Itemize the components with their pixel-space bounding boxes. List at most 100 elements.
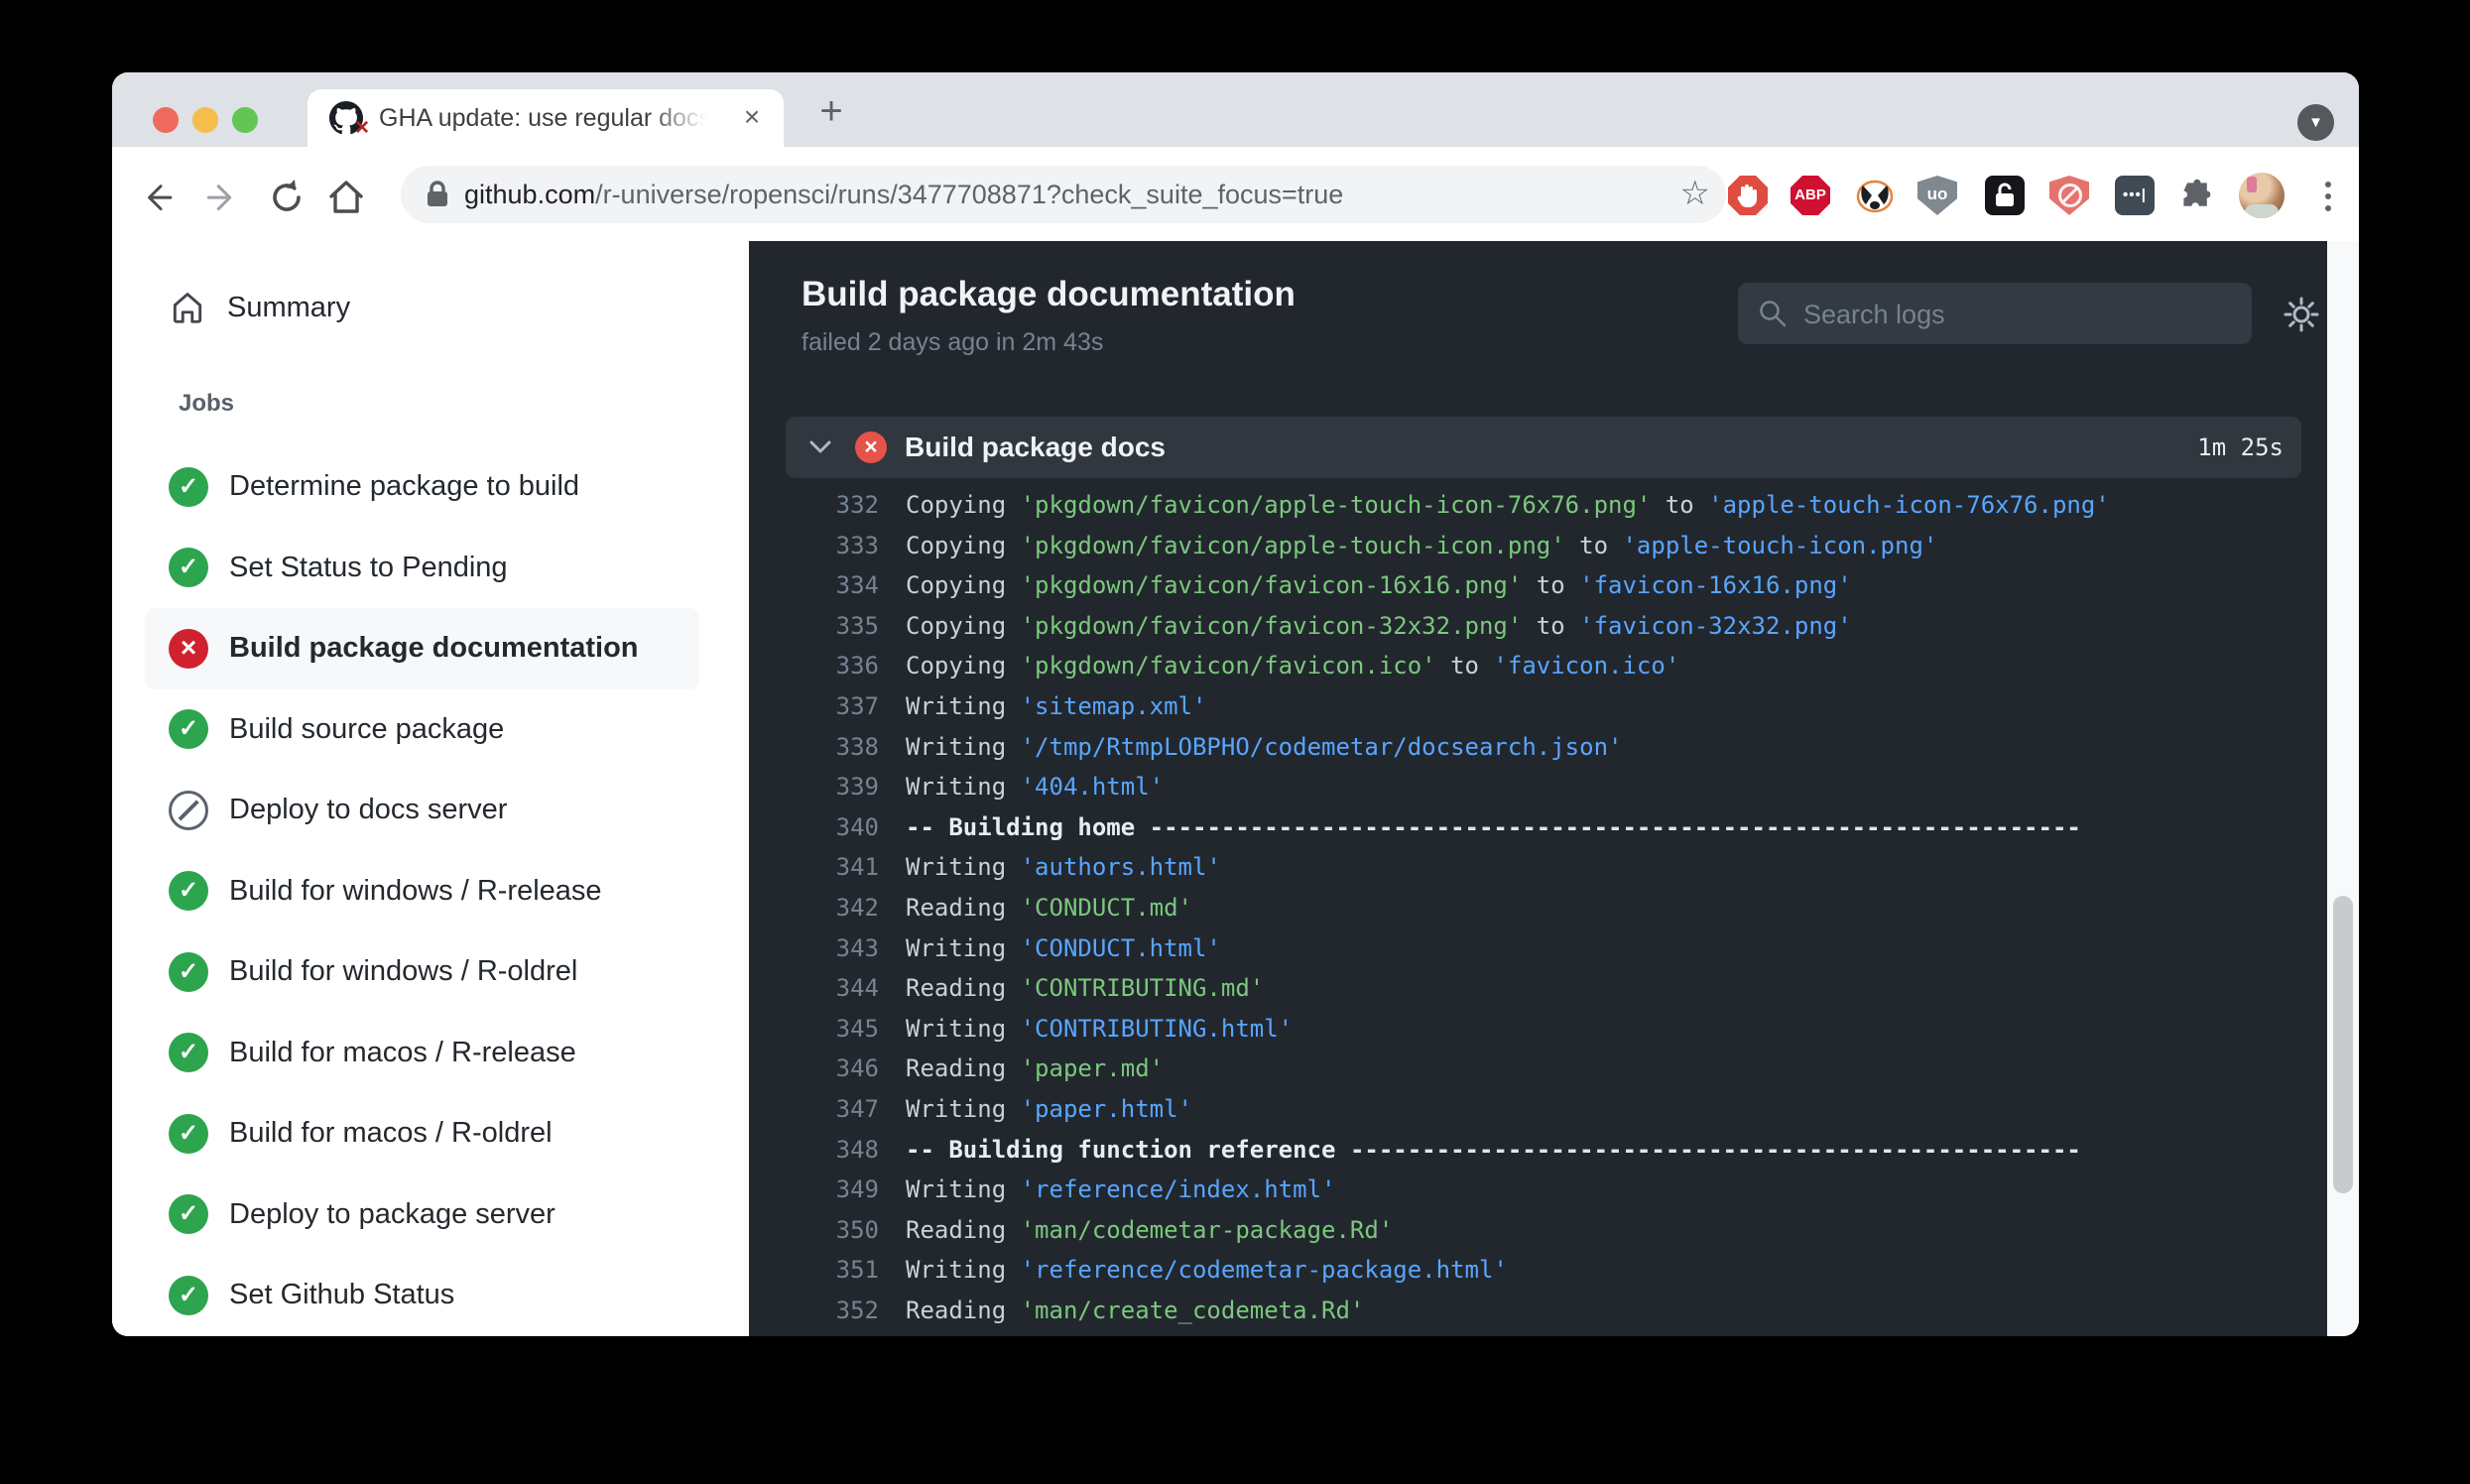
log-line-338[interactable]: 338Writing '/tmp/RtmpLOBPHO/codemetar/do… xyxy=(749,727,2327,768)
log-line-number: 335 xyxy=(749,606,879,647)
log-line-335[interactable]: 335 Copying 'pkgdown/favicon/favicon-32x3… xyxy=(749,606,2327,647)
log-line-340[interactable]: 340-- Building home --------------------… xyxy=(749,807,2327,848)
privacy-badger-extension-icon[interactable] xyxy=(1855,176,1895,215)
sidebar-item-build-for-windows-r-release[interactable]: ✓Build for windows / R-release xyxy=(145,851,699,932)
log-line-339[interactable]: 339Writing '404.html' xyxy=(749,767,2327,807)
bookmark-star-icon[interactable]: ☆ xyxy=(1680,166,1710,223)
log-line-347[interactable]: 347Writing 'paper.html' xyxy=(749,1089,2327,1130)
sidebar-item-summary[interactable]: Summary xyxy=(145,279,700,336)
browser-window: × GHA update: use regular docs r × + ▼ xyxy=(112,72,2359,1336)
sidebar-item-set-github-status[interactable]: ✓Set Github Status xyxy=(145,1255,699,1336)
log-line-text: Copying 'pkgdown/favicon/favicon-32x32.p… xyxy=(906,606,1852,647)
sidebar-item-label: Set Github Status xyxy=(229,1279,454,1311)
log-line-number: 349 xyxy=(749,1170,879,1210)
browser-tab[interactable]: × GHA update: use regular docs r × xyxy=(308,89,784,147)
reload-button[interactable] xyxy=(265,176,309,219)
sidebar-item-determine-package-to-build[interactable]: ✓Determine package to build xyxy=(145,446,699,528)
log-line-number: 339 xyxy=(749,767,879,807)
secure-lock-icon[interactable] xyxy=(425,181,450,213)
log-line-333[interactable]: 333Copying 'pkgdown/favicon/apple-touch-… xyxy=(749,526,2327,566)
tab-close-button[interactable]: × xyxy=(736,102,768,134)
workflow-sidebar: Summary Jobs ✓Determine package to build… xyxy=(112,241,749,1336)
sidebar-item-build-for-macos-r-release[interactable]: ✓ Build for macos / R-release xyxy=(145,1013,699,1094)
forward-button[interactable] xyxy=(201,176,245,219)
failed-status-icon: × xyxy=(855,432,887,463)
log-line-344[interactable]: 344Reading 'CONTRIBUTING.md' xyxy=(749,968,2327,1009)
sidebar-item-label: Build for macos / R-oldrel xyxy=(229,1117,553,1150)
sidebar-item-label: Set Status to Pending xyxy=(229,552,508,584)
log-group-header[interactable]: × Build package docs 1m 25s xyxy=(786,417,2301,478)
log-line-text: Writing 'sitemap.xml' xyxy=(906,686,1206,727)
log-line-text: Copying 'pkgdown/favicon/apple-touch-ico… xyxy=(906,485,2110,526)
log-line-text: Reading 'paper.md' xyxy=(906,1049,1164,1089)
page-scrollbar-track[interactable] xyxy=(2327,241,2359,1336)
log-line-336[interactable]: 336Copying 'pkgdown/favicon/favicon.ico'… xyxy=(749,646,2327,686)
profile-avatar[interactable] xyxy=(2239,173,2285,218)
sidebar-item-build-for-windows-r-oldrel[interactable]: ✓Build for windows / R-oldrel xyxy=(145,931,699,1013)
sidebar-item-build-package-documentation[interactable]: ×Build package documentation xyxy=(145,608,699,689)
log-line-number: 344 xyxy=(749,968,879,1009)
sidebar-item-label: Build for macos / R-release xyxy=(229,1037,576,1069)
jobs-list: ✓Determine package to build✓Set Status t… xyxy=(112,446,749,1336)
page-scrollbar-thumb[interactable] xyxy=(2333,896,2353,1193)
log-line-number: 334 xyxy=(749,565,879,606)
zoom-window-button[interactable] xyxy=(232,107,258,133)
success-status-icon: ✓ xyxy=(169,709,208,749)
log-settings-gear-icon[interactable] xyxy=(2280,293,2323,336)
log-line-334[interactable]: 334Copying 'pkgdown/favicon/favicon-16x1… xyxy=(749,565,2327,606)
search-logs-box[interactable] xyxy=(1738,283,2252,344)
sidebar-item-set-status-to-pending[interactable]: ✓Set Status to Pending xyxy=(145,528,699,609)
sidebar-item-label: Build package documentation xyxy=(229,632,639,665)
adblock-plus-extension-icon[interactable]: ABP xyxy=(1791,176,1830,215)
chevron-down-icon[interactable] xyxy=(807,438,833,461)
success-status-icon: ✓ xyxy=(169,1033,208,1072)
sidebar-item-build-for-macos-r-oldrel[interactable]: ✓Build for macos / R-oldrel xyxy=(145,1093,699,1175)
log-line-345[interactable]: 345Writing 'CONTRIBUTING.html' xyxy=(749,1009,2327,1050)
adblock-extension-icon[interactable] xyxy=(1728,176,1768,215)
sidebar-item-label: Summary xyxy=(227,292,350,324)
log-line-337[interactable]: 337Writing 'sitemap.xml' xyxy=(749,686,2327,727)
success-status-icon: ✓ xyxy=(169,467,208,507)
url-bar[interactable]: github.com/r-universe/ropensci/runs/3477… xyxy=(401,166,1726,223)
log-line-349[interactable]: 349 Writing 'reference/index.html' xyxy=(749,1170,2327,1210)
sidebar-item-deploy-to-package-server[interactable]: ✓Deploy to package server xyxy=(145,1175,699,1256)
password-manager-extension-icon[interactable]: •••| xyxy=(2115,176,2155,215)
log-line-342[interactable]: 342Reading 'CONDUCT.md' xyxy=(749,888,2327,928)
page-content: Summary Jobs ✓Determine package to build… xyxy=(112,241,2359,1336)
chrome-menu-icon[interactable] xyxy=(2310,180,2346,215)
lock-extension-icon[interactable] xyxy=(1985,176,2025,215)
log-line-353[interactable]: 353Writing 'reference/create_codemeta.ht… xyxy=(749,1330,2327,1336)
log-line-number: 342 xyxy=(749,888,879,928)
blocker-shield-extension-icon[interactable] xyxy=(2049,176,2089,215)
search-icon xyxy=(1758,299,1788,328)
log-line-number: 340 xyxy=(749,807,879,848)
tab-search-chevron-button[interactable]: ▼ xyxy=(2297,104,2334,141)
log-line-348[interactable]: 348-- Building function reference ------… xyxy=(749,1130,2327,1171)
close-window-button[interactable] xyxy=(153,107,179,133)
log-line-343[interactable]: 343Writing 'CONDUCT.html' xyxy=(749,928,2327,969)
sidebar-item-deploy-to-docs-server[interactable]: Deploy to docs server xyxy=(145,770,699,851)
log-line-346[interactable]: 346Reading 'paper.md' xyxy=(749,1049,2327,1089)
extensions-puzzle-icon[interactable] xyxy=(2177,176,2217,215)
skipped-status-icon xyxy=(169,791,208,830)
new-tab-button[interactable]: + xyxy=(806,88,856,138)
back-button[interactable] xyxy=(134,176,178,219)
ublock-origin-extension-icon[interactable]: uo xyxy=(1917,176,1957,215)
minimize-window-button[interactable] xyxy=(192,107,218,133)
log-line-350[interactable]: 350Reading 'man/codemetar-package.Rd' xyxy=(749,1210,2327,1251)
url-path: /r-universe/ropensci/runs/3477708871?che… xyxy=(595,180,1343,209)
log-line-text: Writing 'reference/index.html' xyxy=(906,1170,1335,1210)
log-line-number: 351 xyxy=(749,1250,879,1291)
log-line-352[interactable]: 352Reading 'man/create_codemeta.Rd' xyxy=(749,1291,2327,1331)
log-line-number: 338 xyxy=(749,727,879,768)
log-line-text: Reading 'man/create_codemeta.Rd' xyxy=(906,1291,1364,1331)
search-logs-input[interactable] xyxy=(1801,283,2232,346)
url-text: github.com/r-universe/ropensci/runs/3477… xyxy=(464,166,1343,223)
log-line-text: Writing 'reference/create_codemeta.html' xyxy=(906,1330,1479,1336)
success-status-icon: ✓ xyxy=(169,952,208,992)
log-line-332[interactable]: 332Copying 'pkgdown/favicon/apple-touch-… xyxy=(749,485,2327,526)
sidebar-item-build-source-package[interactable]: ✓Build source package xyxy=(145,689,699,771)
log-line-351[interactable]: 351Writing 'reference/codemetar-package.… xyxy=(749,1250,2327,1291)
home-button[interactable] xyxy=(324,176,368,219)
log-line-341[interactable]: 341Writing 'authors.html' xyxy=(749,847,2327,888)
